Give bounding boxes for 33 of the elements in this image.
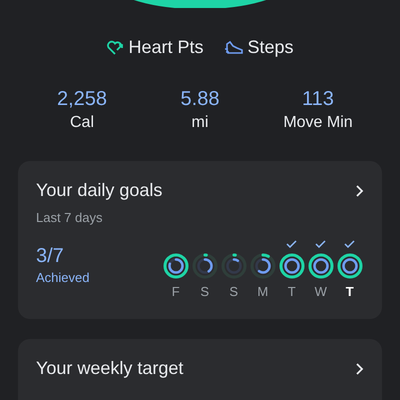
stat-value: 113	[302, 87, 334, 111]
stat-label: Cal	[70, 113, 94, 133]
legend-label: Heart Pts	[128, 36, 204, 59]
goal-ring-icon	[190, 252, 219, 280]
achieved-count: 3/7	[36, 244, 65, 268]
daily-goals-card[interactable]: Your daily goals Last 7 days 3/7 Achieved F S S M T W T	[18, 161, 382, 319]
day-label[interactable]: M	[257, 282, 268, 301]
card-title: Your weekly target	[36, 357, 184, 380]
goal-ring-icon	[336, 252, 364, 280]
legend-label: Steps	[248, 36, 294, 59]
stat-label: Move Min	[283, 113, 353, 133]
day-label[interactable]: S	[229, 282, 238, 301]
chevron-right-icon	[354, 184, 364, 198]
stat-label: mi	[192, 113, 208, 133]
card-title: Your daily goals	[36, 179, 162, 202]
goal-ring-icon	[162, 252, 190, 280]
chevron-right-icon	[354, 362, 364, 376]
stat-value: 5.88	[180, 87, 220, 111]
heart-icon	[106, 40, 124, 56]
goal-ring-icon	[220, 252, 248, 280]
day-label[interactable]: T	[288, 282, 296, 301]
day-label[interactable]: F	[172, 282, 180, 301]
stat-value: 2,258	[56, 87, 108, 111]
goal-ring-icon	[306, 252, 335, 280]
card-subtitle: Last 7 days	[36, 209, 104, 227]
weekly-target-card[interactable]: Your weekly target	[18, 339, 382, 400]
achieved-label: Achieved	[36, 268, 90, 286]
day-label[interactable]: T	[346, 282, 354, 301]
goal-ring-icon	[248, 252, 277, 280]
day-label[interactable]: W	[314, 282, 327, 301]
shoe-icon	[224, 40, 244, 56]
goal-ring-icon	[278, 252, 306, 280]
day-label[interactable]: S	[200, 282, 210, 301]
